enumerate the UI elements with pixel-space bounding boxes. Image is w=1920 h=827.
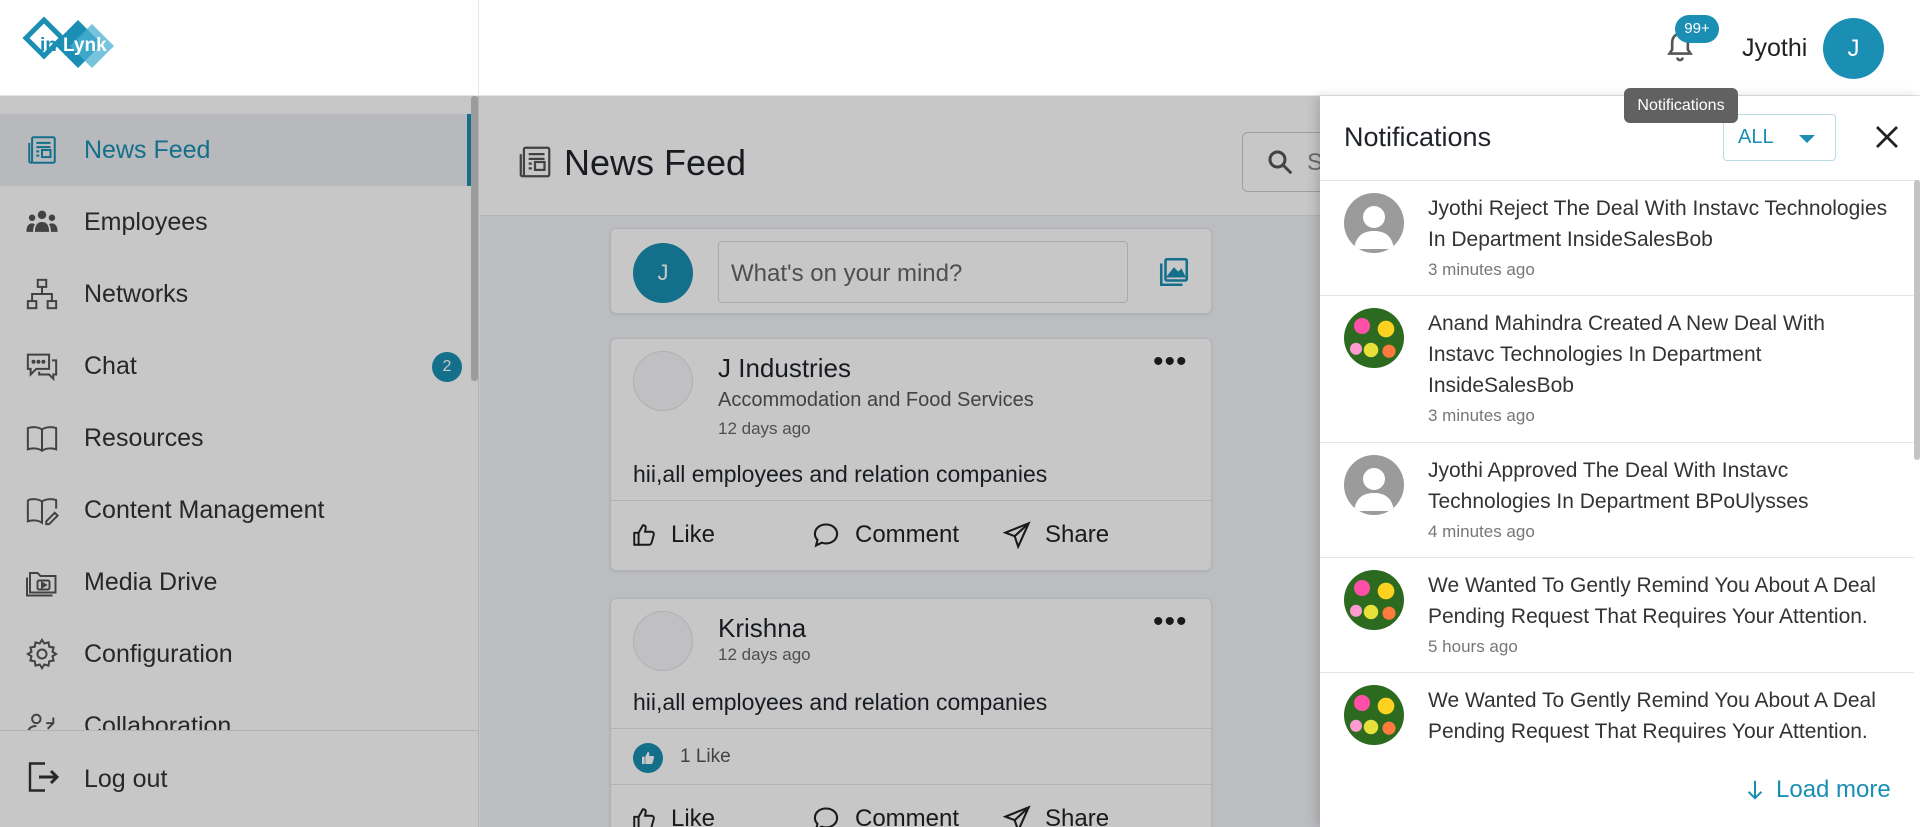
top-header: in Lynk 99+ Jyothi J: [0, 0, 1920, 96]
flower-avatar: [1344, 308, 1404, 368]
inlynk-logo[interactable]: in Lynk: [22, 16, 124, 76]
default-avatar-icon: [1344, 193, 1404, 253]
modal-backdrop[interactable]: [0, 96, 1320, 827]
svg-text:Lynk: Lynk: [63, 35, 107, 56]
load-more-button[interactable]: Load more: [1744, 776, 1891, 804]
notification-item[interactable]: We Wanted To Gently Remind You About A D…: [1320, 673, 1914, 754]
caret-down-icon: [1799, 135, 1815, 143]
notifications-list: Jyothi Reject The Deal With Instavc Tech…: [1320, 180, 1920, 754]
notification-item[interactable]: Jyothi Reject The Deal With Instavc Tech…: [1320, 181, 1914, 296]
notification-time: 4 minutes ago: [1428, 522, 1535, 541]
user-name[interactable]: Jyothi: [1742, 34, 1807, 63]
notifications-filter-select[interactable]: ALL: [1723, 114, 1836, 161]
notifications-count-badge: 99+: [1675, 15, 1719, 43]
default-avatar-icon: [1344, 455, 1404, 515]
notification-text: Jyothi Reject The Deal With Instavc Tech…: [1428, 197, 1888, 251]
notification-time: 3 minutes ago: [1428, 260, 1535, 279]
notification-text: Jyothi Approved The Deal With Instavc Te…: [1428, 459, 1809, 513]
flower-avatar: [1344, 685, 1404, 745]
notification-time: 5 hours ago: [1428, 637, 1518, 656]
notification-item[interactable]: Jyothi Approved The Deal With Instavc Te…: [1320, 443, 1914, 558]
arrow-down-icon: [1747, 780, 1763, 800]
notification-time: 3 minutes ago: [1428, 406, 1535, 425]
user-avatar[interactable]: J: [1823, 18, 1884, 79]
svg-text:in: in: [40, 35, 57, 56]
load-more-label: Load more: [1776, 776, 1891, 803]
notification-text: We Wanted To Gently Remind You About A D…: [1428, 689, 1876, 743]
notifications-scrollbar[interactable]: [1914, 180, 1920, 460]
notification-item[interactable]: Anand Mahindra Created A New Deal With I…: [1320, 296, 1914, 443]
notification-text: Anand Mahindra Created A New Deal With I…: [1428, 312, 1825, 397]
logo-area: in Lynk: [0, 0, 479, 96]
notifications-tooltip: Notifications: [1624, 88, 1738, 123]
close-icon[interactable]: [1872, 122, 1902, 152]
filter-value: ALL: [1738, 126, 1774, 148]
flower-avatar: [1344, 570, 1404, 630]
notification-text: We Wanted To Gently Remind You About A D…: [1428, 574, 1876, 628]
notifications-drawer: Notifications ALL Jyothi Reject The Deal…: [1320, 96, 1920, 827]
notifications-title: Notifications: [1344, 122, 1492, 152]
notification-item[interactable]: We Wanted To Gently Remind You About A D…: [1320, 558, 1914, 673]
